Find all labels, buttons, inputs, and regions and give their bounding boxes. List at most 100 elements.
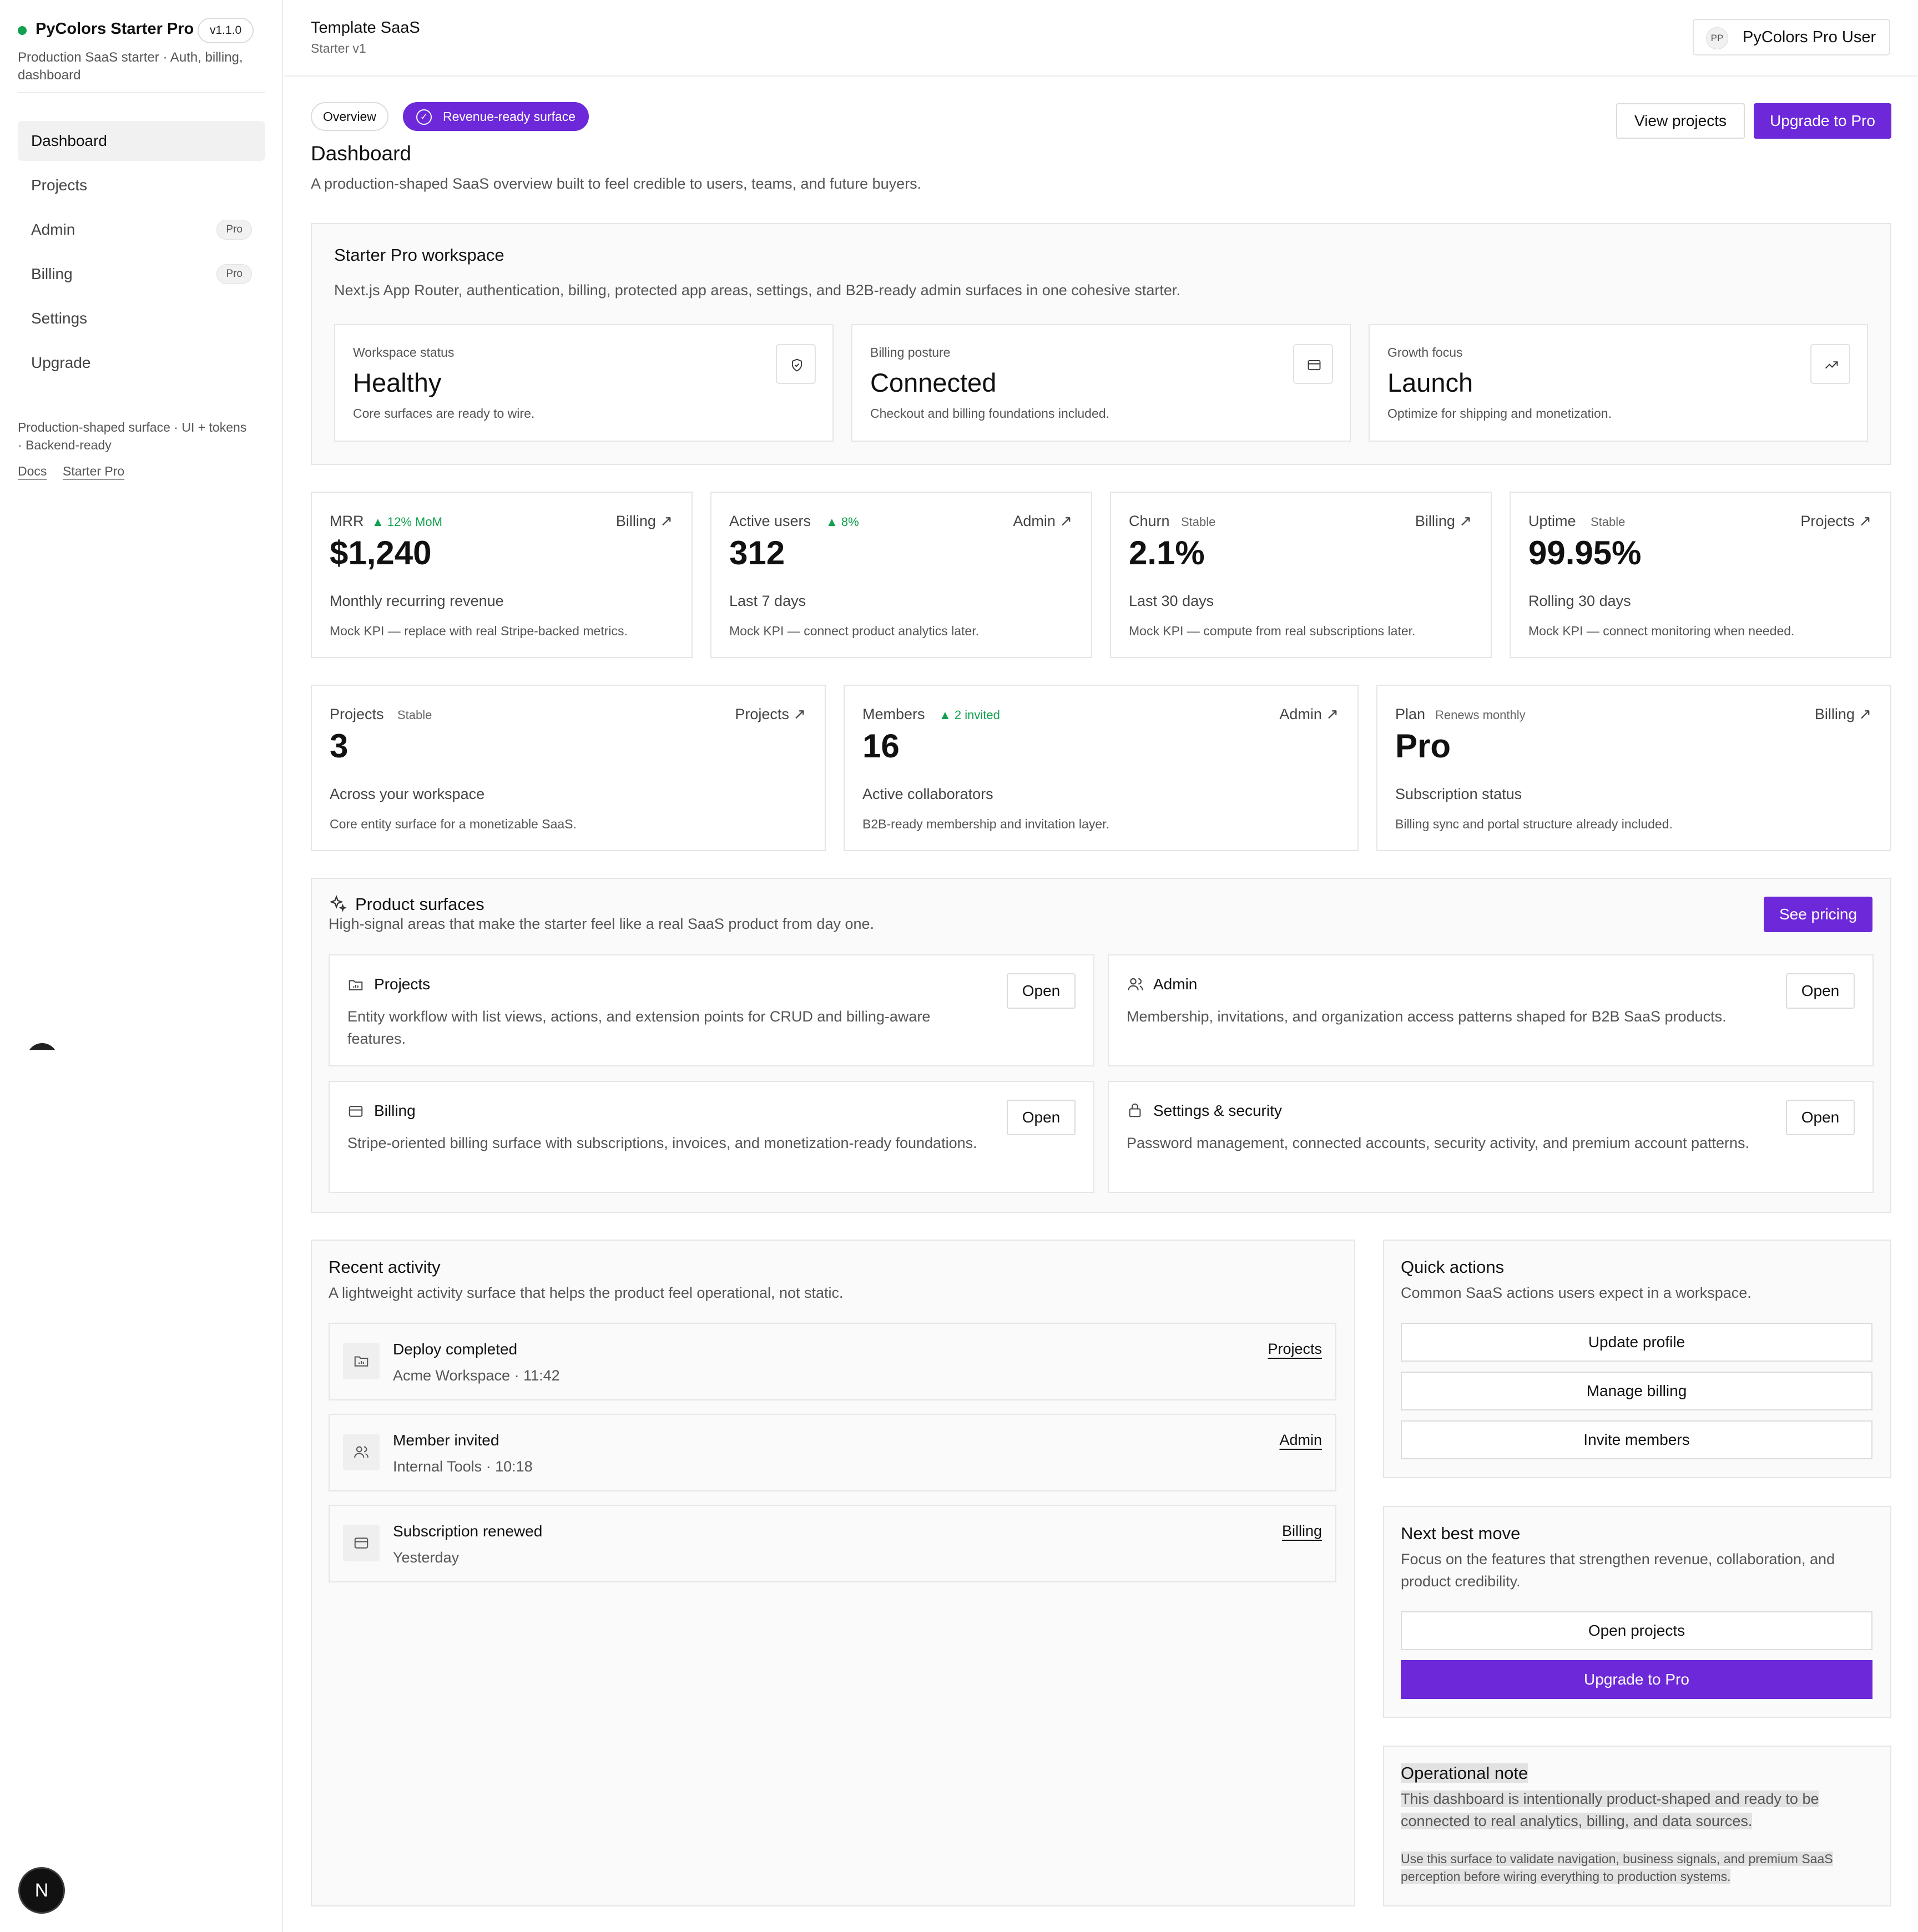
product-surfaces-title: Product surfaces	[355, 894, 484, 914]
folder-icon	[347, 977, 364, 996]
user-menu-button[interactable]: PP PyColors Pro User	[1693, 19, 1890, 55]
stat-label: Billing posture	[870, 345, 951, 360]
billing-link[interactable]: Billing ↗	[1415, 513, 1472, 530]
lock-icon	[1127, 1102, 1143, 1121]
kpi-value: 16	[862, 727, 900, 765]
open-admin-button[interactable]: Open	[1786, 973, 1855, 1009]
stat-value: Connected	[870, 368, 997, 397]
admin-link[interactable]: Admin	[1279, 1432, 1322, 1449]
kpi-label: MRR	[330, 513, 364, 529]
kpi-status: Stable	[397, 708, 432, 722]
view-projects-button[interactable]: View projects	[1616, 103, 1745, 139]
kpi-value: 312	[729, 534, 785, 571]
credit-card-icon	[343, 1525, 380, 1561]
kpi-value: 2.1%	[1129, 534, 1205, 571]
brand-name: PyColors Starter Pro	[36, 20, 194, 38]
sidebar-item-label: Dashboard	[31, 132, 107, 149]
nextjs-logo-icon[interactable]: N	[20, 1869, 63, 1912]
stat-card-growth-focus: Growth focus Launch Optimize for shippin…	[1369, 324, 1868, 442]
overview-pill[interactable]: Overview	[311, 102, 388, 131]
kpi-desc: Active collaborators	[862, 786, 993, 802]
shield-icon	[776, 344, 816, 384]
upgrade-button[interactable]: Upgrade to Pro	[1401, 1660, 1872, 1699]
list-item: Subscription renewed Yesterday Billing	[329, 1505, 1336, 1582]
revenue-ready-pill: ✓ Revenue-ready surface	[403, 102, 589, 131]
kpi-status: Stable	[1591, 515, 1626, 529]
surface-title: Billing	[374, 1102, 416, 1119]
kpi-desc: Rolling 30 days	[1528, 593, 1631, 609]
update-profile-button[interactable]: Update profile	[1401, 1323, 1872, 1362]
admin-link[interactable]: Admin ↗	[1279, 706, 1339, 723]
top-bar	[284, 0, 1918, 77]
starter-pro-link[interactable]: Starter Pro	[63, 464, 124, 479]
stat-card-workspace-status: Workspace status Healthy Core surfaces a…	[334, 324, 834, 442]
app-subtitle: Starter v1	[311, 41, 366, 55]
kpi-desc: Last 30 days	[1129, 593, 1214, 609]
stat-desc: Checkout and billing foundations include…	[870, 406, 1109, 421]
brand-subtitle: Production SaaS starter · Auth, billing,…	[18, 50, 243, 83]
version-badge: v1.1.0	[198, 18, 254, 43]
status-dot	[18, 26, 27, 35]
folder-icon	[343, 1343, 380, 1379]
sidebar-item-label: Projects	[31, 176, 88, 194]
kpi-delta: ▲ 2 invited	[939, 708, 1000, 722]
open-projects-button[interactable]: Open	[1007, 973, 1076, 1009]
projects-link[interactable]: Projects	[1268, 1341, 1322, 1358]
sidebar-item-admin[interactable]: Admin Pro	[18, 210, 265, 250]
user-name: PyColors Pro User	[1743, 28, 1876, 46]
kpi-desc: Across your workspace	[330, 786, 485, 802]
kpi-desc: Last 7 days	[729, 593, 806, 609]
surface-desc: Password management, connected accounts,…	[1127, 1135, 1750, 1151]
surface-card-settings-security: Settings & security Password management,…	[1108, 1081, 1874, 1193]
kpi-delta: ▲ 12% MoM	[372, 515, 442, 529]
billing-link[interactable]: Billing	[1282, 1523, 1322, 1540]
app-title: Template SaaS	[311, 19, 420, 37]
sidebar-item-billing[interactable]: Billing Pro	[18, 254, 265, 294]
projects-link[interactable]: Projects ↗	[1800, 513, 1871, 530]
billing-link[interactable]: Billing ↗	[1815, 706, 1871, 723]
sidebar-item-projects[interactable]: Projects	[18, 165, 265, 205]
kpi-card-mrr: MRR ▲ 12% MoM Billing ↗ $1,240 Monthly r…	[311, 492, 693, 658]
page-subtitle: A production-shaped SaaS overview built …	[311, 175, 922, 192]
activity-meta: Yesterday	[393, 1549, 460, 1566]
kpi-status: Stable	[1181, 515, 1216, 529]
see-pricing-button[interactable]: See pricing	[1764, 897, 1872, 932]
surface-title: Projects	[374, 975, 431, 993]
kpi-note: B2B-ready membership and invitation laye…	[862, 817, 1109, 831]
kpi-card-projects: Projects Stable Projects ↗ 3 Across your…	[311, 685, 826, 851]
kpi-card-plan: Plan Renews monthly Billing ↗ Pro Subscr…	[1376, 685, 1891, 851]
kpi-value: 99.95%	[1528, 534, 1642, 571]
kpi-label: Plan	[1395, 706, 1426, 722]
docs-link[interactable]: Docs	[18, 464, 47, 479]
sidebar-item-dashboard[interactable]: Dashboard	[18, 121, 265, 161]
operational-note-small: Use this surface to validate navigation,…	[1401, 1852, 1833, 1884]
manage-billing-button[interactable]: Manage billing	[1401, 1372, 1872, 1410]
open-settings-button[interactable]: Open	[1786, 1100, 1855, 1135]
kpi-label: Uptime	[1528, 513, 1576, 529]
surface-card-projects: Projects Entity workflow with list views…	[329, 954, 1094, 1066]
open-billing-button[interactable]: Open	[1007, 1100, 1076, 1135]
stat-label: Workspace status	[353, 345, 455, 360]
kpi-status: Renews monthly	[1435, 708, 1526, 722]
next-best-move-title: Next best move	[1401, 1524, 1521, 1543]
sidebar-item-label: Settings	[31, 310, 88, 327]
admin-link[interactable]: Admin ↗	[1013, 513, 1072, 530]
invite-members-button[interactable]: Invite members	[1401, 1420, 1872, 1459]
surface-title: Settings & security	[1153, 1102, 1282, 1119]
billing-link[interactable]: Billing ↗	[616, 513, 673, 530]
open-projects-button[interactable]: Open projects	[1401, 1611, 1872, 1650]
stat-label: Growth focus	[1387, 345, 1463, 360]
activity-title: Deploy completed	[393, 1341, 518, 1358]
surface-desc: Membership, invitations, and organizatio…	[1127, 1008, 1727, 1025]
avatar[interactable]	[27, 1043, 58, 1050]
sidebar-item-upgrade[interactable]: Upgrade	[18, 343, 265, 383]
sidebar: PyColors Starter Pro v1.1.0 Production S…	[0, 0, 283, 1932]
recent-activity-subtitle: A lightweight activity surface that help…	[329, 1284, 844, 1301]
activity-title: Subscription renewed	[393, 1523, 543, 1540]
upgrade-button[interactable]: Upgrade to Pro	[1754, 103, 1891, 139]
stat-desc: Core surfaces are ready to wire.	[353, 406, 535, 421]
sidebar-item-settings[interactable]: Settings	[18, 299, 265, 338]
check-circle-icon: ✓	[416, 109, 432, 125]
kpi-label: Churn	[1129, 513, 1170, 529]
projects-link[interactable]: Projects ↗	[735, 706, 806, 723]
